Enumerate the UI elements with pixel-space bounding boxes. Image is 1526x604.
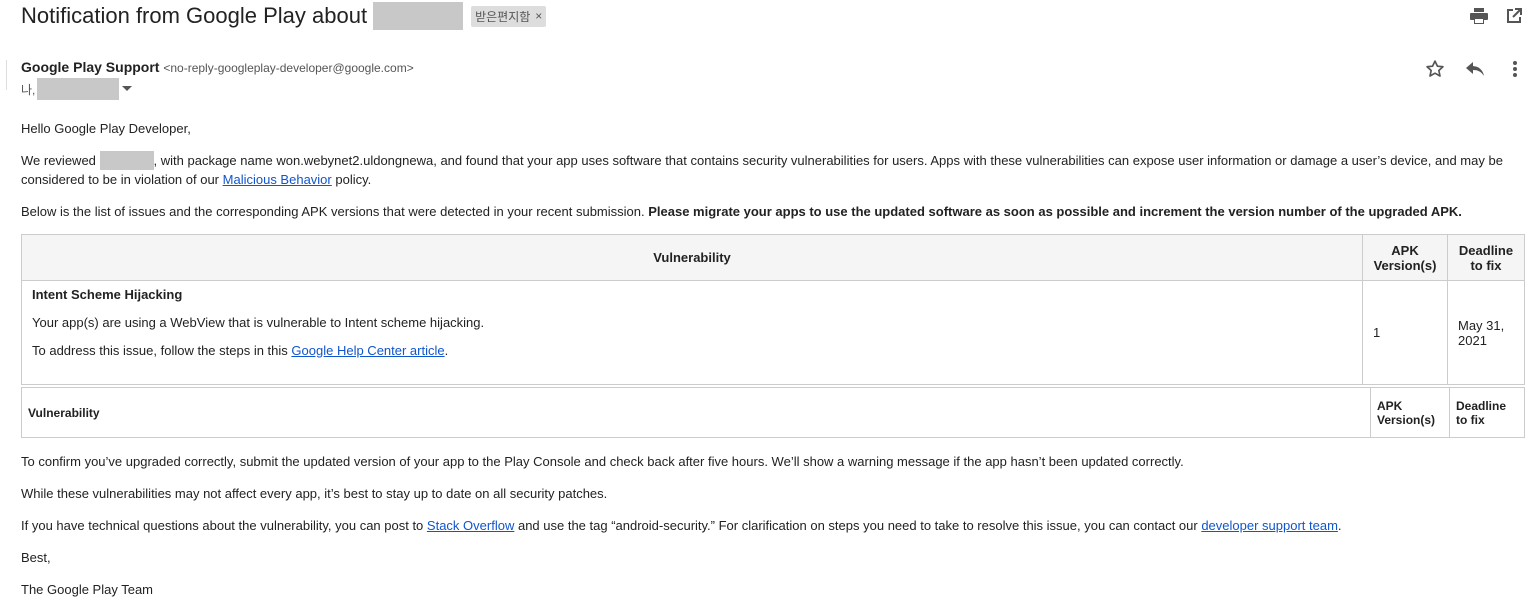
issue-title: Intent Scheme Hijacking — [32, 287, 183, 302]
p1-text-c: policy. — [335, 172, 372, 187]
header-deadline: Deadline to fix — [1447, 234, 1525, 281]
p2-text: Below is the list of issues and the corr… — [21, 204, 645, 219]
inbox-label-text: 받은편지함 — [475, 9, 531, 24]
header-vulnerability: Vulnerability — [21, 234, 1363, 281]
inbox-label-chip[interactable]: 받은편지함 × — [471, 5, 547, 27]
issue-description: Your app(s) are using a WebView that is … — [32, 315, 485, 330]
paragraph-patches: While these vulnerabilities may not affe… — [21, 486, 608, 501]
recipient-line[interactable]: 나, — [21, 78, 133, 100]
header-deadline-2: Deadline to fix — [1449, 387, 1525, 438]
p5-text-b: and use the tag “android-security.” For … — [517, 518, 1198, 533]
table-header-row: Vulnerability APK Version(s) Deadline to… — [21, 234, 1525, 281]
print-button[interactable] — [1469, 6, 1489, 26]
paragraph-review: We reviewed , with package name won.weby… — [21, 151, 1511, 189]
more-options-button[interactable] — [1506, 58, 1524, 80]
vulnerability-table-2: Vulnerability APK Version(s) Deadline to… — [21, 387, 1525, 438]
sender-name[interactable]: Google Play Support — [21, 59, 159, 75]
stack-overflow-link[interactable]: Stack Overflow — [427, 518, 514, 533]
greeting: Hello Google Play Developer, — [21, 121, 191, 136]
p5-text-a: If you have technical questions about th… — [21, 518, 424, 533]
recipient-prefix: 나, — [21, 82, 36, 97]
open-in-new-window-icon — [1507, 8, 1522, 23]
sender-email: <no-reply-googleplay-developer@google.co… — [163, 61, 414, 75]
p1-text-a: We reviewed — [21, 153, 96, 168]
paragraph-issues: Below is the list of issues and the corr… — [21, 202, 1462, 221]
issue-fix-period: . — [444, 343, 449, 358]
chevron-down-icon[interactable] — [122, 86, 133, 92]
star-icon — [1426, 60, 1444, 77]
reply-icon — [1466, 62, 1484, 76]
issue-fix: To address this issue, follow the steps … — [32, 343, 1352, 358]
subject-text: Notification from Google Play about — [21, 3, 368, 28]
star-button[interactable] — [1424, 58, 1446, 80]
sender-line: Google Play Support <no-reply-googleplay… — [21, 59, 414, 75]
table-header-row-2: Vulnerability APK Version(s) Deadline to… — [21, 387, 1525, 438]
avatar-edge — [0, 60, 7, 90]
p2-bold-text: Please migrate your apps to use the upda… — [648, 204, 1462, 219]
header-apk-version: APK Version(s) — [1362, 234, 1448, 281]
p5-text-c: . — [1337, 518, 1342, 533]
signature: The Google Play Team — [21, 582, 153, 597]
apk-version-cell: 1 — [1362, 280, 1448, 385]
issue-fix-text: To address this issue, follow the steps … — [32, 343, 288, 358]
vulnerability-table: Vulnerability APK Version(s) Deadline to… — [21, 234, 1525, 385]
print-icon — [1470, 8, 1488, 24]
open-in-new-window-button[interactable] — [1504, 6, 1524, 26]
email-subject: Notification from Google Play about 받은편지… — [21, 2, 547, 30]
sign-off: Best, — [21, 550, 51, 565]
paragraph-confirm: To confirm you’ve upgraded correctly, su… — [21, 454, 1184, 469]
developer-support-link[interactable]: developer support team — [1201, 518, 1338, 533]
issue-cell: Intent Scheme Hijacking Your app(s) are … — [21, 280, 1363, 385]
deadline-cell: May 31, 2021 — [1447, 280, 1525, 385]
redacted-app-name — [373, 2, 464, 30]
redacted-recipient — [37, 78, 120, 100]
header-vulnerability-2: Vulnerability — [21, 387, 1371, 438]
help-center-link[interactable]: Google Help Center article — [291, 343, 444, 358]
reply-button[interactable] — [1464, 58, 1486, 80]
more-vertical-icon — [1513, 61, 1517, 77]
table-row: Intent Scheme Hijacking Your app(s) are … — [21, 280, 1525, 385]
paragraph-questions: If you have technical questions about th… — [21, 516, 1342, 535]
malicious-behavior-link[interactable]: Malicious Behavior — [223, 172, 332, 187]
redacted-app-name-2 — [99, 151, 154, 170]
header-apk-version-2: APK Version(s) — [1370, 387, 1450, 438]
remove-label-button[interactable]: × — [535, 9, 542, 23]
